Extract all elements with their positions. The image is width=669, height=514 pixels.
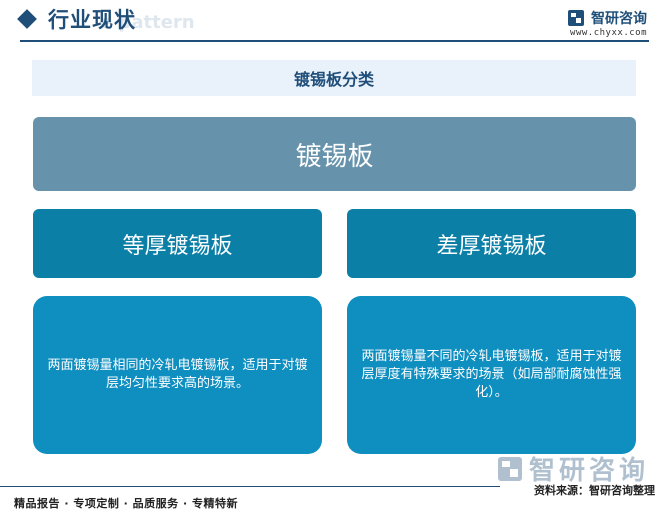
description-node-differential: 两面镀锡量不同的冷轧电镀锡板，适用于对镀层厚度有特殊要求的场景（如局部耐腐蚀性强… bbox=[347, 296, 636, 454]
brand-url: www.chyxx.com bbox=[570, 28, 647, 38]
header-diamond-icon bbox=[17, 9, 37, 29]
brand: 智研咨询 bbox=[567, 8, 647, 28]
header-divider bbox=[20, 40, 649, 42]
brand-name: 智研咨询 bbox=[591, 11, 647, 27]
description-text: 两面镀锡量相同的冷轧电镀锡板，适用于对镀层均匀性要求高的场景。 bbox=[47, 358, 308, 391]
source-note: 资料来源：智研咨询整理 bbox=[534, 484, 655, 497]
footer-tags: 精品报告 · 专项定制 · 品质服务 · 专精特新 bbox=[14, 497, 239, 510]
diagram-title: 镀锡板分类 bbox=[32, 60, 636, 96]
description-text: 两面镀锡量不同的冷轧电镀锡板，适用于对镀层厚度有特殊要求的场景（如局部耐腐蚀性强… bbox=[361, 349, 622, 400]
brand-logo-icon bbox=[568, 10, 584, 26]
category-node-equal: 等厚镀锡板 bbox=[33, 209, 322, 278]
footer-divider bbox=[0, 486, 500, 487]
page-title: 行业现状 bbox=[48, 8, 136, 32]
description-node-equal: 两面镀锡量相同的冷轧电镀锡板，适用于对镀层均匀性要求高的场景。 bbox=[33, 296, 322, 454]
root-node: 镀锡板 bbox=[33, 117, 636, 191]
category-node-differential: 差厚镀锡板 bbox=[347, 209, 636, 278]
watermark-logo-icon bbox=[497, 456, 522, 481]
